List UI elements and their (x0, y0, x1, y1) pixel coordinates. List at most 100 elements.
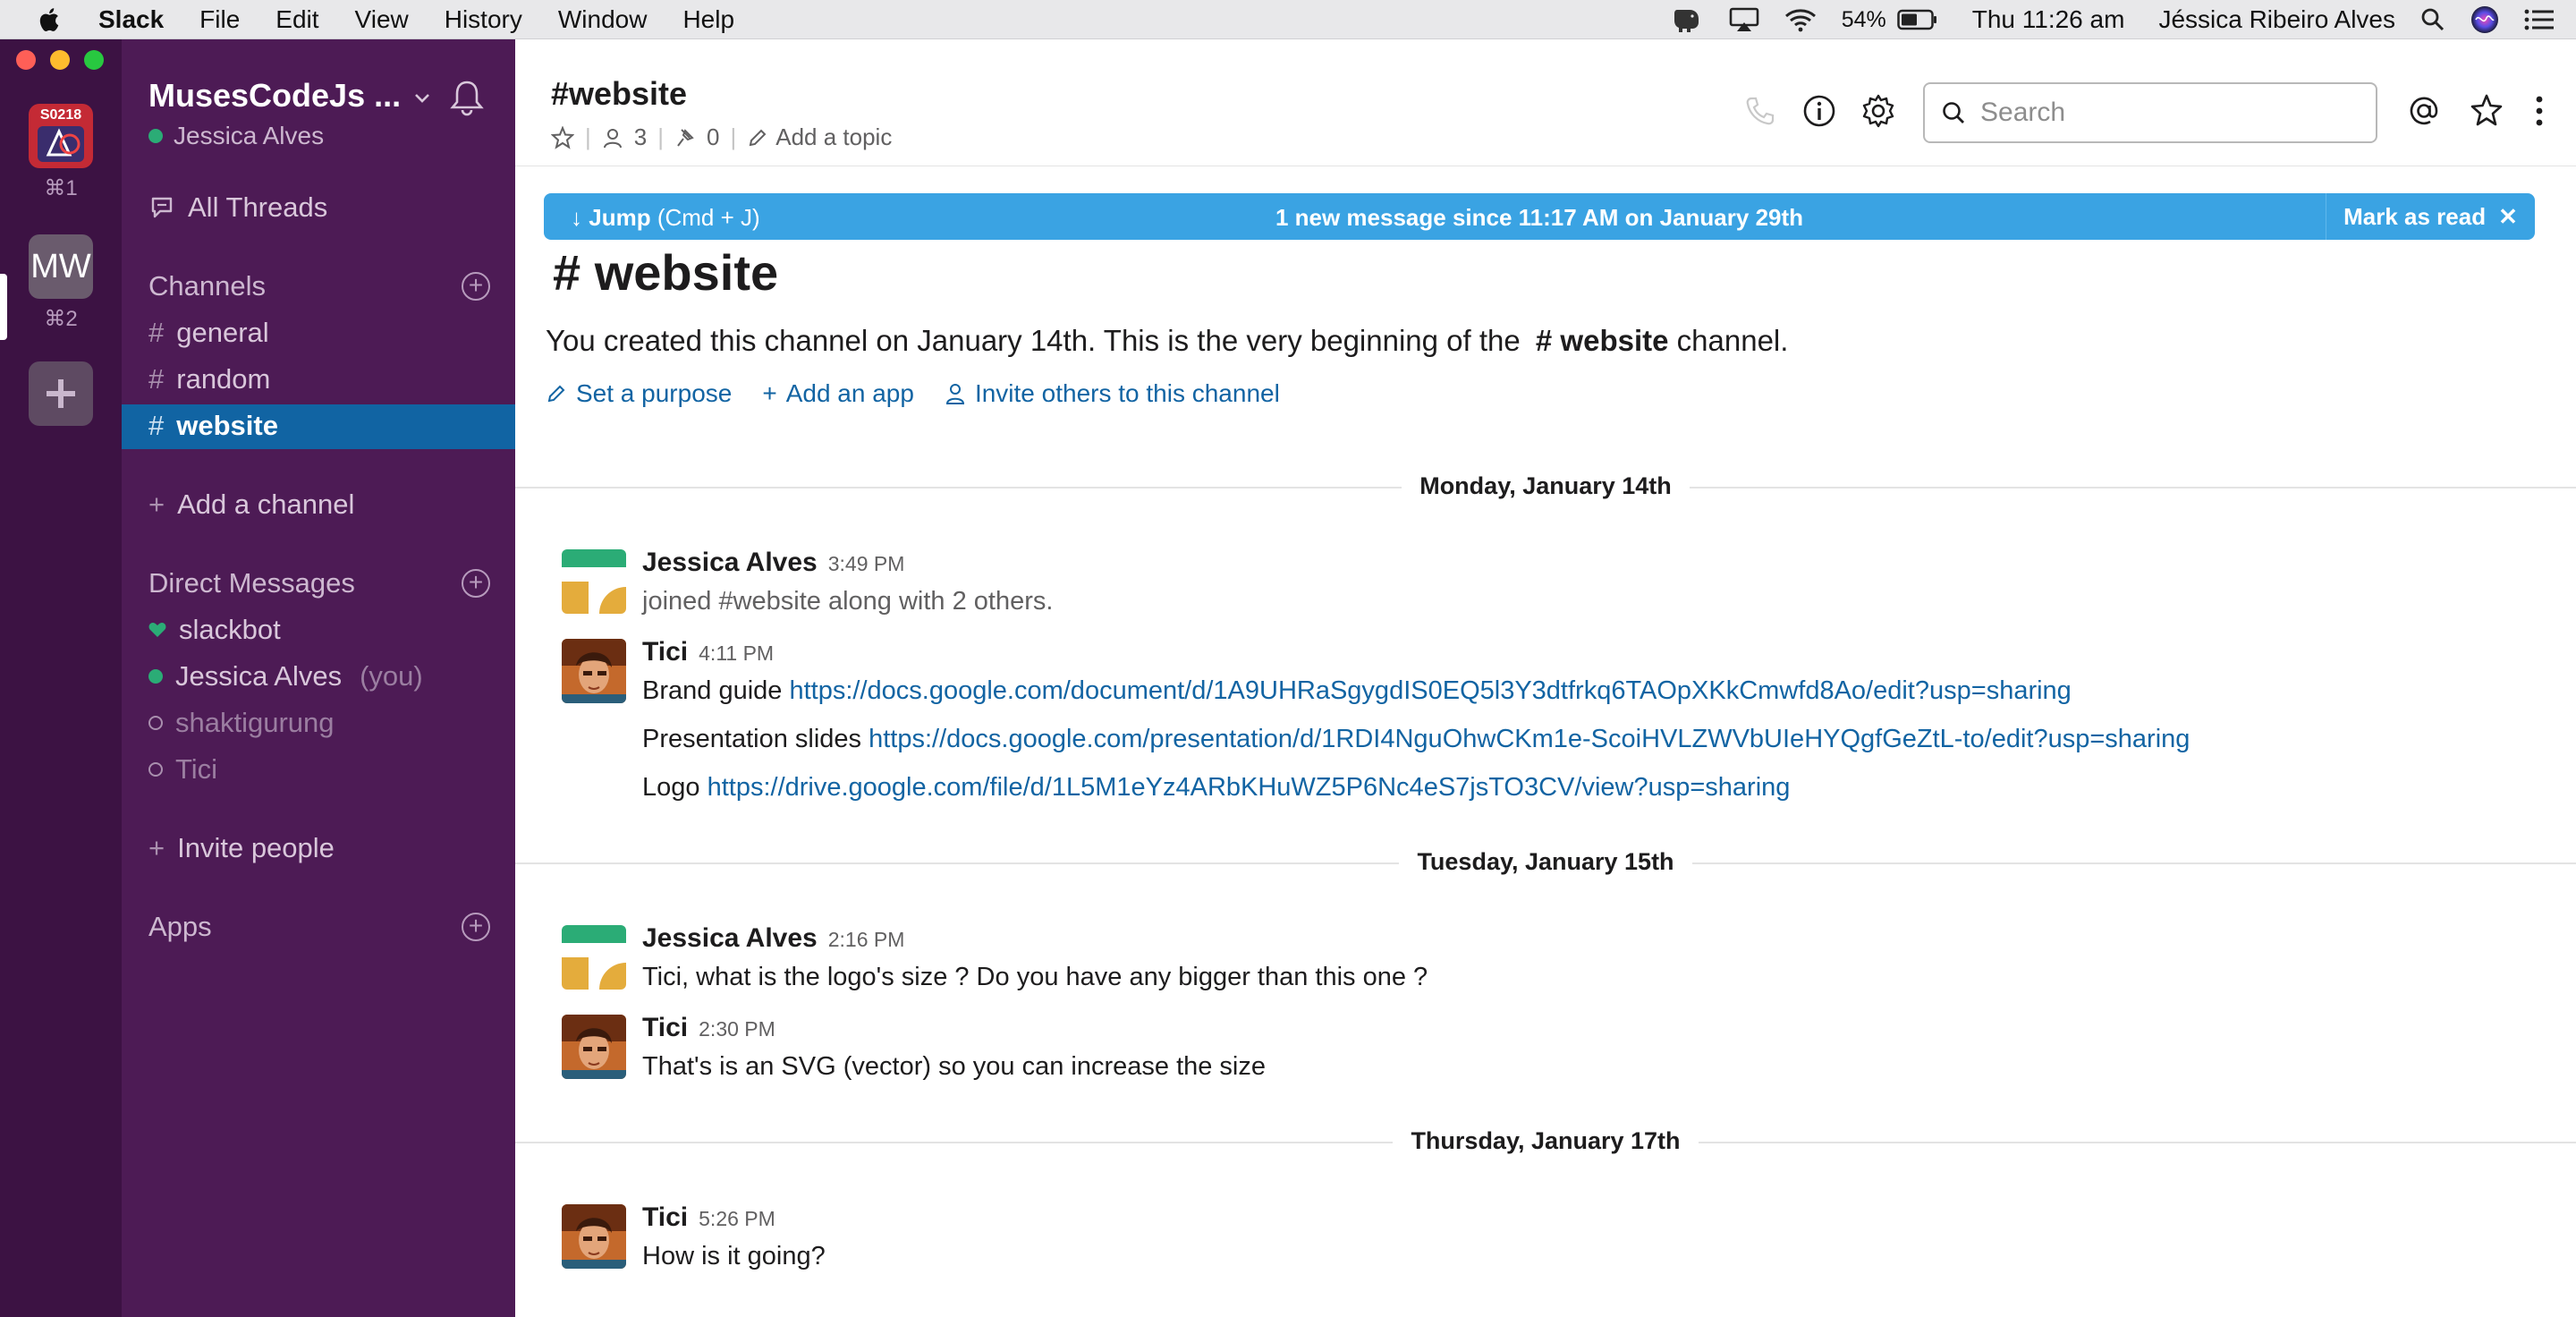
battery-icon[interactable] (1896, 9, 1938, 30)
add-channel-link[interactable]: + Add a channel (148, 489, 354, 521)
day-text[interactable]: Thursday, January 17th (1393, 1127, 1699, 1154)
window-close-button[interactable] (16, 50, 36, 70)
star-icon[interactable] (551, 125, 574, 149)
dm-slackbot[interactable]: slackbot (148, 614, 281, 646)
add-app-link[interactable]: + Add an app (762, 379, 914, 408)
add-workspace-button[interactable] (29, 361, 93, 426)
apple-logo-icon[interactable] (36, 6, 61, 33)
chevron-down-icon[interactable] (413, 86, 431, 111)
info-icon[interactable] (1801, 93, 1837, 133)
add-channel-plus-icon[interactable]: + (462, 272, 490, 301)
channel-label: general (176, 317, 269, 348)
dm-tici[interactable]: Tici (148, 753, 217, 786)
new-messages-text[interactable]: 1 new message since 11:17 AM on January … (544, 204, 2535, 232)
message-author[interactable]: Jessica Alves (642, 548, 818, 578)
sidebar-channel-general[interactable]: # general (148, 317, 269, 349)
day-text[interactable]: Tuesday, January 15th (1399, 848, 1692, 875)
mentions-at-icon[interactable] (2406, 93, 2442, 133)
message-timestamp[interactable]: 3:49 PM (828, 552, 905, 576)
brand-guide-link[interactable]: https://docs.google.com/document/d/1A9UH… (789, 676, 2071, 705)
channel-intro-title: # website (553, 244, 779, 301)
add-topic-link[interactable]: Add a topic (775, 123, 892, 151)
message-timestamp[interactable]: 5:26 PM (699, 1207, 775, 1231)
more-options-icon[interactable] (2533, 93, 2546, 133)
starred-items-icon[interactable] (2469, 93, 2504, 133)
dm-shaktigurung[interactable]: shaktigurung (148, 707, 335, 739)
member-count[interactable]: 3 (634, 123, 647, 151)
channels-section-header[interactable]: Channels (148, 270, 266, 302)
message-header: Tici 2:30 PM (642, 1013, 775, 1043)
workspace-tile-mw[interactable]: MW (29, 234, 93, 299)
add-app-plus-icon[interactable]: + (462, 913, 490, 941)
phone-call-icon[interactable] (1744, 95, 1776, 132)
sidebar-channel-website[interactable]: # website (148, 410, 278, 442)
channel-intro-text: You created this channel on January 14th… (546, 324, 1788, 358)
day-label: Monday, January 14th (515, 472, 2576, 500)
workspace-tile-s0218[interactable]: S0218 (29, 104, 93, 168)
mark-as-read-button[interactable]: Mark as read ✕ (2326, 193, 2535, 240)
new-messages-banner: 1 new message since 11:17 AM on January … (544, 193, 2535, 240)
message-timestamp[interactable]: 4:11 PM (699, 642, 774, 666)
workspace-shortcut-2: ⌘2 (44, 307, 78, 331)
team-name[interactable]: MusesCodeJs ... (148, 77, 401, 115)
bell-icon[interactable] (449, 79, 485, 121)
apps-section-header[interactable]: Apps (148, 911, 212, 943)
menubar-clock[interactable]: Thu 11:26 am (1972, 5, 2125, 34)
notification-center-icon[interactable] (2524, 8, 2555, 31)
menubar-user[interactable]: Jéssica Ribeiro Alves (2158, 5, 2395, 34)
dm-name: slackbot (179, 614, 281, 645)
intro-channel-link[interactable]: # website (1536, 324, 1669, 357)
dm-jessica-alves[interactable]: Jessica Alves (you) (148, 660, 423, 692)
member-icon[interactable] (602, 127, 623, 149)
presentation-slides-link[interactable]: https://docs.google.com/presentation/d/1… (869, 725, 2190, 753)
menu-file[interactable]: File (199, 5, 240, 34)
message-author[interactable]: Tici (642, 1202, 688, 1233)
channel-title[interactable]: #website (551, 75, 687, 113)
menu-edit[interactable]: Edit (275, 5, 318, 34)
evernote-elephant-icon[interactable] (1672, 6, 1704, 33)
current-user-status[interactable]: Jessica Alves (148, 122, 324, 150)
menu-app-slack[interactable]: Slack (98, 5, 164, 34)
pencil-icon (749, 129, 767, 146)
message-timestamp[interactable]: 2:30 PM (699, 1017, 775, 1041)
day-text[interactable]: Monday, January 14th (1402, 472, 1690, 499)
dm-name: Tici (175, 753, 218, 785)
window-minimize-button[interactable] (50, 50, 70, 70)
jump-button[interactable]: ↓ Jump (Cmd + J) (571, 204, 760, 232)
avatar-jessica-alves[interactable] (562, 549, 626, 614)
gear-icon[interactable] (1860, 93, 1896, 133)
menu-history[interactable]: History (445, 5, 522, 34)
siri-icon[interactable] (2470, 5, 2499, 34)
all-threads-label: All Threads (188, 191, 328, 223)
avatar-tici[interactable] (562, 639, 626, 703)
menu-view[interactable]: View (355, 5, 409, 34)
sidebar-channel-random[interactable]: # random (148, 363, 270, 395)
message-timestamp[interactable]: 2:16 PM (828, 928, 905, 952)
set-purpose-link[interactable]: Set a purpose (546, 379, 732, 408)
channel-main-pane: #website | 3 | 0 | Add a topic Search 1 … (515, 39, 2576, 1317)
message-author[interactable]: Tici (642, 1013, 688, 1043)
avatar-tici[interactable] (562, 1015, 626, 1079)
avatar-tici[interactable] (562, 1204, 626, 1269)
pin-icon[interactable] (674, 127, 696, 149)
pin-count[interactable]: 0 (707, 123, 719, 151)
invite-others-link[interactable]: Invite others to this channel (945, 379, 1280, 408)
menu-window[interactable]: Window (558, 5, 648, 34)
search-input[interactable]: Search (1923, 82, 2377, 143)
window-zoom-button[interactable] (84, 50, 104, 70)
add-app-label: Add an app (785, 379, 914, 407)
invite-people-link[interactable]: + Invite people (148, 832, 335, 864)
plus-icon: + (762, 379, 777, 407)
add-dm-plus-icon[interactable]: + (462, 569, 490, 598)
direct-messages-section-header[interactable]: Direct Messages (148, 567, 355, 599)
logo-link[interactable]: https://drive.google.com/file/d/1L5M1eYz… (708, 773, 1791, 802)
airplay-icon[interactable] (1729, 6, 1759, 33)
wifi-icon[interactable] (1784, 7, 1817, 32)
message-author[interactable]: Tici (642, 637, 688, 667)
avatar-jessica-alves[interactable] (562, 925, 626, 990)
jump-hint: (Cmd + J) (657, 204, 760, 231)
menu-help[interactable]: Help (682, 5, 734, 34)
message-author[interactable]: Jessica Alves (642, 923, 818, 954)
all-threads-link[interactable]: All Threads (148, 191, 327, 224)
spotlight-search-icon[interactable] (2420, 7, 2445, 32)
